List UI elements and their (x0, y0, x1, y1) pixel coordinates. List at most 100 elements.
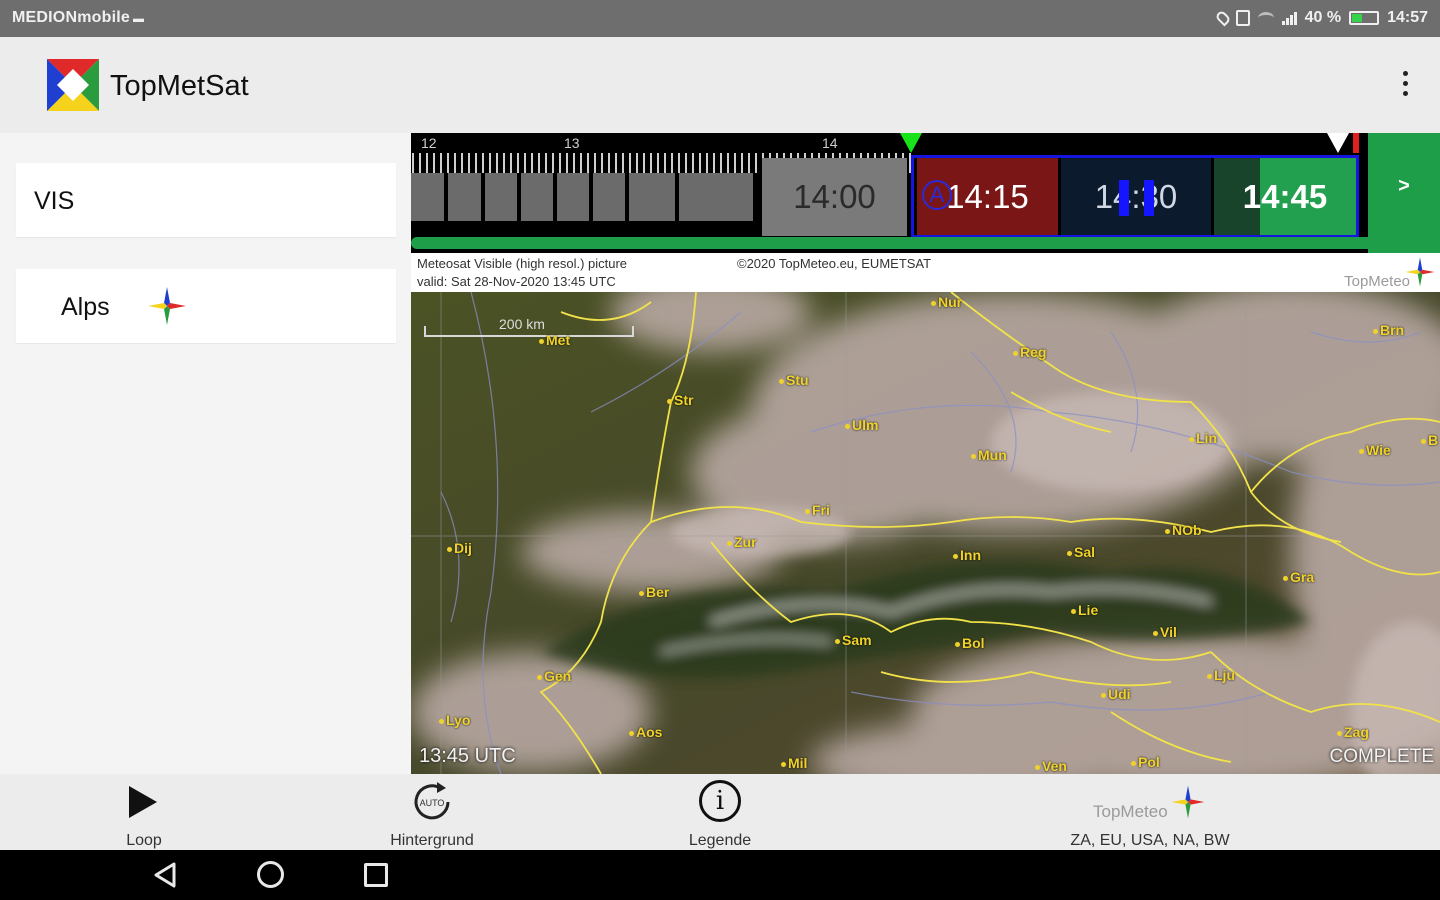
location-icon (1214, 9, 1232, 27)
product-selector[interactable]: VIS (16, 163, 396, 237)
regions-button[interactable]: TopMeteo ZA, EU, USA, NA, BW (1040, 774, 1260, 850)
city-label: Lie (1071, 602, 1098, 618)
compass-star-icon (1171, 785, 1205, 819)
signal-icon (1281, 11, 1297, 25)
city-label: Mil (781, 755, 807, 771)
city-label: Lyo (439, 712, 470, 728)
time-slot-1430-label: 14:30 (1094, 177, 1178, 215)
scale-label: 200 km (499, 316, 545, 332)
auto-badge-icon: A (922, 180, 952, 210)
time-slot-1445-label: 14:45 (1242, 177, 1328, 215)
latest-marker[interactable] (1327, 133, 1349, 153)
home-icon[interactable] (257, 861, 284, 888)
past-frame[interactable] (679, 173, 753, 221)
current-time-marker[interactable] (900, 133, 922, 153)
past-frame[interactable] (557, 173, 589, 221)
wifi-icon (1257, 12, 1274, 24)
end-marker (1353, 133, 1359, 153)
city-label: Lin (1189, 430, 1217, 446)
app-logo-icon (47, 59, 99, 111)
regions-label: ZA, EU, USA, NA, BW (1070, 832, 1230, 849)
next-button[interactable]: > (1368, 133, 1440, 253)
carrier-label: MEDIONmobile ▬ (12, 9, 145, 26)
map-canvas (411, 292, 1440, 774)
vibrate-icon (1235, 10, 1250, 26)
past-frame[interactable] (629, 173, 675, 221)
brand-label: TopMeteo (1093, 802, 1168, 821)
sidebar: VIS Alps (0, 133, 411, 774)
city-label: Ulm (845, 417, 878, 433)
satellite-image[interactable]: Meteosat Visible (high resol.) picture v… (411, 253, 1440, 774)
selected-time-range[interactable]: 14:15 A 14:30 14:45 (911, 155, 1359, 238)
city-label: Brn (1373, 322, 1404, 338)
past-frame[interactable] (593, 173, 625, 221)
auto-refresh-icon: AUTO (414, 782, 450, 820)
product-label: VIS (34, 187, 75, 215)
legend-label: Legende (688, 832, 752, 849)
battery-percent: 40 % (1304, 9, 1342, 26)
time-slot-1445[interactable]: 14:45 (1214, 158, 1356, 235)
app-title: TopMetSat (110, 70, 249, 102)
compass-star-icon (1405, 257, 1435, 287)
play-icon (129, 786, 157, 818)
city-label: Stu (779, 372, 809, 388)
city-label: Fri (805, 502, 830, 518)
city-label: Dij (447, 540, 472, 556)
time-slot-1430[interactable]: 14:30 (1061, 158, 1211, 235)
city-label: NOb (1165, 522, 1202, 538)
info-icon: i (699, 780, 741, 822)
image-header: Meteosat Visible (high resol.) picture v… (411, 253, 1440, 292)
main-panel: 12 13 14 14:00 14:15 A 14:30 14:45 > Met… (411, 133, 1440, 774)
legend-button[interactable]: i Legende (660, 774, 780, 850)
timeline[interactable]: 12 13 14 14:00 14:15 A 14:30 14:45 > (411, 133, 1440, 253)
app-bar: TopMetSat (0, 37, 1440, 133)
city-label: Sam (835, 632, 872, 648)
loop-button[interactable]: Loop (84, 774, 204, 850)
region-label: Alps (61, 293, 110, 321)
city-label: Zag (1337, 724, 1369, 740)
past-frame[interactable] (448, 173, 481, 221)
loading-bar-icon (1144, 180, 1154, 216)
loading-bar-icon (1119, 180, 1129, 216)
image-time-label: 13:45 UTC (419, 745, 516, 767)
recent-apps-icon[interactable] (364, 863, 388, 887)
image-title: Meteosat Visible (high resol.) picture (417, 256, 628, 271)
status-icons: 40 % 14:57 (1214, 9, 1428, 27)
past-frame[interactable] (485, 173, 517, 221)
city-label: Gen (537, 668, 571, 684)
city-label: Nur (931, 294, 962, 310)
city-label: Ber (639, 584, 669, 600)
loop-label: Loop (126, 832, 162, 849)
satellite-map[interactable]: 200 km Nur Brn Met Reg Stu Str Ulm Lin M… (411, 292, 1440, 774)
compass-star-icon (148, 287, 186, 325)
battery-icon (1349, 11, 1380, 25)
city-label: Sal (1067, 544, 1095, 560)
city-label: Vil (1153, 624, 1177, 640)
image-status-label: COMPLETE (1329, 746, 1434, 767)
city-label: Zur (727, 534, 757, 550)
overflow-menu-icon[interactable] (1400, 71, 1410, 99)
past-frames[interactable] (411, 173, 761, 221)
svg-text:AUTO: AUTO (420, 798, 445, 808)
hour-label: 14 (822, 135, 838, 151)
city-label: Udi (1101, 686, 1131, 702)
city-label: Ven (1035, 758, 1067, 774)
timeline-progress-line (411, 237, 1440, 249)
past-frame[interactable] (411, 173, 444, 221)
status-bar: MEDIONmobile ▬ 40 % 14:57 (0, 0, 1440, 37)
city-label: Mun (971, 447, 1007, 463)
past-frame[interactable] (521, 173, 553, 221)
image-brand: TopMeteo (1344, 273, 1410, 290)
city-label: Met (539, 332, 570, 348)
city-label: Str (667, 392, 693, 408)
city-label: Gra (1283, 569, 1314, 585)
back-icon[interactable] (152, 862, 178, 888)
city-label: Lju (1207, 667, 1235, 683)
time-slot-1400[interactable]: 14:00 (762, 158, 907, 236)
background-button[interactable]: AUTO Hintergrund (372, 774, 492, 850)
sim-icon: ▬ (132, 13, 145, 25)
city-label: Wie (1359, 442, 1391, 458)
region-selector[interactable]: Alps (16, 269, 396, 343)
image-valid-time: valid: Sat 28-Nov-2020 13:45 UTC (417, 274, 616, 289)
bottom-action-bar: Loop AUTO Hintergrund i Legende TopMeteo… (0, 774, 1440, 850)
